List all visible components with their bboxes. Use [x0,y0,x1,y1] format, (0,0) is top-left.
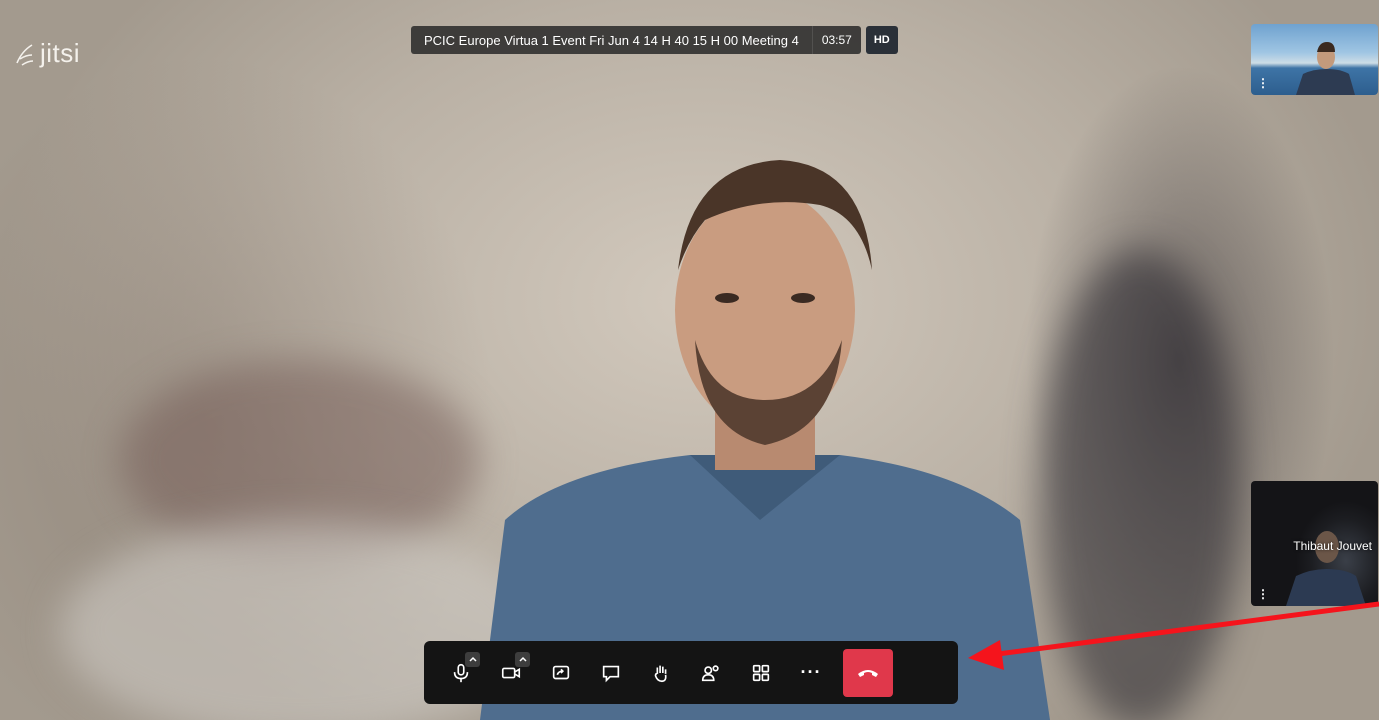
jitsi-logo-icon [16,43,34,66]
hangup-icon [858,669,878,677]
jitsi-logo: jitsi [14,38,80,69]
camera-button[interactable] [486,651,536,695]
thumbnail-menu-icon[interactable]: ⋮ [1257,77,1269,89]
meeting-header: PCIC Europe Virtua 1 Event Fri Jun 4 14 … [411,26,898,54]
raise-hand-button[interactable] [636,651,686,695]
video-settings-caret[interactable] [515,651,530,667]
raise-hand-icon [654,665,667,682]
tile-view-button[interactable] [736,651,786,695]
call-toolbar: ··· [424,641,958,704]
logo-text: jitsi [40,38,81,68]
speaker-figure [480,160,1050,720]
meeting-timer: 03:57 [811,26,861,54]
chevron-up-icon [468,656,477,662]
chevron-up-icon [518,656,527,662]
chat-button[interactable] [586,651,636,695]
participants-button[interactable] [686,651,736,695]
share-screen-button[interactable] [536,651,586,695]
thumbnail-figure [1296,42,1355,95]
participant-thumbnail-local[interactable]: ⋮ [1251,24,1378,95]
main-video: jitsi PCIC Europe Virtua 1 Event Fri Jun… [0,0,1379,720]
meeting-title: PCIC Europe Virtua 1 Event Fri Jun 4 14 … [411,26,812,54]
thumbnail-menu-icon[interactable]: ⋮ [1257,588,1269,600]
share-screen-icon [552,665,570,679]
more-options-button[interactable]: ··· [786,651,836,695]
participant-thumbnail-remote[interactable]: Thibaut Jouvet ⋮ [1251,481,1378,606]
video-quality-badge[interactable]: HD [865,26,898,54]
participant-name: Thibaut Jouvet [1293,539,1372,553]
hangup-button[interactable] [843,648,893,697]
chat-icon [602,665,620,682]
more-options-icon: ··· [800,662,822,682]
tile-view-icon [752,664,770,681]
audio-settings-caret[interactable] [465,651,480,667]
participants-icon [701,664,719,681]
microphone-button[interactable] [436,651,486,695]
